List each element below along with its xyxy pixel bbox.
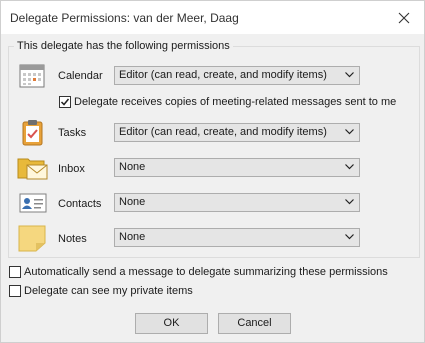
calendar-label: Calendar bbox=[58, 70, 103, 82]
inbox-permission-select[interactable]: None bbox=[114, 158, 360, 177]
sticky-note-icon bbox=[17, 223, 47, 253]
tasks-clipboard-icon bbox=[17, 117, 47, 147]
cancel-button[interactable]: Cancel bbox=[218, 313, 291, 334]
inbox-envelope-icon bbox=[17, 152, 48, 182]
notes-label: Notes bbox=[58, 233, 87, 245]
meeting-copies-checkbox[interactable] bbox=[59, 96, 71, 108]
private-items-checkbox[interactable] bbox=[9, 285, 21, 297]
private-items-label: Delegate can see my private items bbox=[24, 285, 193, 297]
meeting-copies-label: Delegate receives copies of meeting-rela… bbox=[74, 96, 397, 108]
calendar-permission-select[interactable]: Editor (can read, create, and modify ite… bbox=[114, 66, 360, 85]
tasks-permission-select[interactable]: Editor (can read, create, and modify ite… bbox=[114, 123, 360, 142]
chevron-down-icon bbox=[345, 234, 354, 240]
notes-permission-select[interactable]: None bbox=[114, 228, 360, 247]
contact-card-icon bbox=[17, 188, 47, 218]
chevron-down-icon bbox=[345, 129, 354, 135]
close-button[interactable] bbox=[384, 1, 424, 34]
auto-send-summary-label: Automatically send a message to delegate… bbox=[24, 266, 388, 278]
tasks-label: Tasks bbox=[58, 127, 87, 139]
contacts-label: Contacts bbox=[58, 198, 102, 210]
calendar-permission-value: Editor (can read, create, and modify ite… bbox=[119, 69, 327, 81]
contacts-permission-select[interactable]: None bbox=[114, 193, 360, 212]
ok-button[interactable]: OK bbox=[135, 313, 208, 334]
permissions-group-label: This delegate has the following permissi… bbox=[14, 40, 233, 52]
chevron-down-icon bbox=[345, 199, 354, 205]
close-icon bbox=[398, 12, 410, 23]
inbox-permission-value: None bbox=[119, 161, 146, 173]
title-bar: Delegate Permissions: van der Meer, Daag bbox=[1, 1, 424, 34]
calendar-icon bbox=[17, 61, 47, 91]
inbox-label: Inbox bbox=[58, 163, 85, 175]
delegate-permissions-dialog: Delegate Permissions: van der Meer, Daag… bbox=[0, 0, 425, 343]
auto-send-summary-checkbox[interactable] bbox=[9, 266, 21, 278]
checkmark-icon bbox=[60, 98, 70, 106]
tasks-permission-value: Editor (can read, create, and modify ite… bbox=[119, 126, 327, 138]
chevron-down-icon bbox=[345, 72, 354, 78]
chevron-down-icon bbox=[345, 164, 354, 170]
contacts-permission-value: None bbox=[119, 196, 146, 208]
window-title: Delegate Permissions: van der Meer, Daag bbox=[10, 11, 239, 25]
notes-permission-value: None bbox=[119, 231, 146, 243]
